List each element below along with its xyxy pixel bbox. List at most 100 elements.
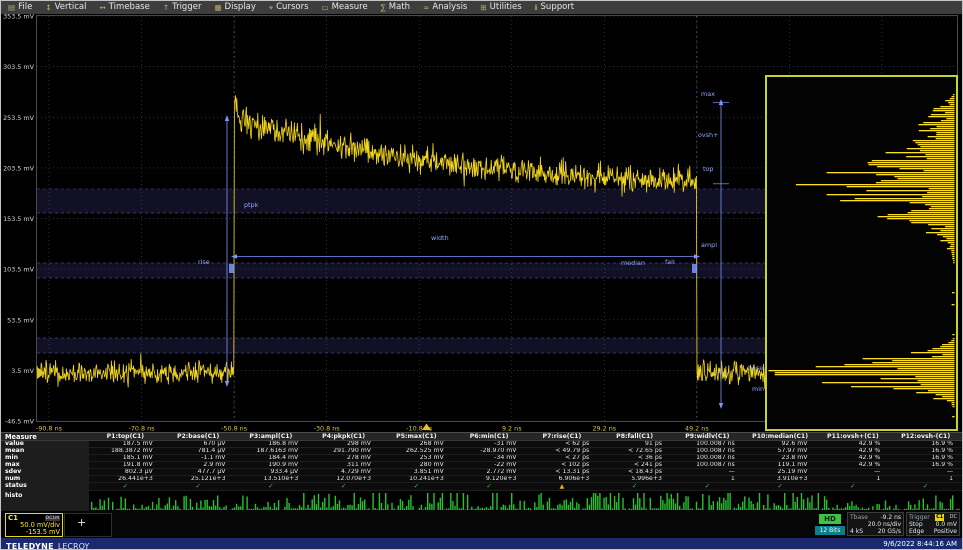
measure-cell: < 241 ps [598, 462, 671, 468]
measure-cell: < 13.31 ps [526, 469, 599, 475]
measure-cell: 781.4 µV [162, 448, 235, 454]
waveform-display[interactable]: 353.5 mV303.5 mV253.5 mV203.5 mV153.5 mV… [1, 14, 962, 432]
measure-cell: < 72.65 ps [598, 448, 671, 454]
vertical-icon: ↕ [45, 1, 51, 14]
menu-item-label: Cursors [276, 1, 308, 14]
menu-item-label: Display [225, 1, 256, 14]
brand-logo: TELEDYNE LECROY [6, 534, 89, 550]
brand-teledyne: TELEDYNE [6, 542, 54, 550]
support-icon: ℹ [535, 1, 538, 14]
menu-item-label: Utilities [490, 1, 522, 14]
y-axis-label: 253.5 mV [3, 114, 35, 122]
measure-column-header[interactable]: P5:max(C1) [380, 433, 453, 441]
measure-cell: 268 mV [380, 441, 453, 447]
menu-item-utilities[interactable]: ⊞Utilities [480, 1, 521, 14]
measure-column-header[interactable]: P9:widlv(C1) [671, 433, 744, 441]
measure-cell: -28.970 mV [453, 448, 526, 454]
menu-item-vertical[interactable]: ↕Vertical [45, 1, 86, 14]
measure-column-header[interactable]: P2:base(C1) [162, 433, 235, 441]
time-per-div: 20.0 ns/div [868, 521, 901, 528]
annotation-max: max [701, 90, 715, 98]
measure-column-header[interactable]: P11:ovsh+(C1) [817, 433, 890, 441]
measure-column-header[interactable]: P6:min(C1) [453, 433, 526, 441]
annotation-rise: rise [198, 258, 210, 266]
menu-item-file[interactable]: ▤File [8, 1, 32, 14]
measure-column-header[interactable]: P1:top(C1) [89, 433, 162, 441]
measure-column-header[interactable]: P10:median(C1) [744, 433, 817, 441]
measure-cell: 280 mV [380, 462, 453, 468]
math-icon: ∑ [381, 1, 386, 14]
measure-cell: — [889, 469, 962, 475]
menu-item-timebase[interactable]: ↔Timebase [99, 1, 149, 14]
channel-name: C1 [8, 514, 18, 522]
status-ok-icon: ✓ [380, 483, 453, 490]
measure-cell: 477.7 µV [162, 469, 235, 475]
measure-cell: 187.6163 mV [235, 448, 308, 454]
menu-item-analysis[interactable]: ≈Analysis [423, 1, 467, 14]
measure-cell: 100.0087 ns [671, 462, 744, 468]
menu-item-label: Support [541, 1, 575, 14]
measure-cell: 802.3 µV [89, 469, 162, 475]
measure-cell: 2.9 mV [162, 462, 235, 468]
measure-cell: 57.97 mV [744, 448, 817, 454]
menu-item-label: Analysis [432, 1, 467, 14]
status-ok-icon: ✓ [744, 483, 817, 490]
measure-cell: 298 mV [307, 441, 380, 447]
measure-cell: 1 [671, 476, 744, 482]
trigger-label: Trigger [909, 514, 930, 521]
measure-cell: 13.510e+3 [235, 476, 308, 482]
timebase-descriptor[interactable]: Tbase -9.2 ns 20.0 ns/div 4 kS 20 GS/s [847, 512, 904, 536]
annotation-width: width [431, 234, 449, 242]
measure-cell: 311 mV [307, 462, 380, 468]
measure-cell: 670 µV [162, 441, 235, 447]
measure-cell: 91 ps [598, 441, 671, 447]
menu-item-math[interactable]: ∑Math [381, 1, 410, 14]
measure-column-header[interactable]: P8:fall(C1) [598, 433, 671, 441]
measure-cell: 253 mV [380, 455, 453, 461]
measure-cell: < 62 ps [526, 441, 599, 447]
measure-cell: 5.996e+3 [598, 476, 671, 482]
x-axis-label: -70.8 ns [129, 425, 156, 433]
menu-item-display[interactable]: ▦Display [214, 1, 255, 14]
menu-item-cursors[interactable]: ⌖Cursors [269, 1, 309, 14]
menu-item-label: Measure [332, 1, 368, 14]
trigger-mode: Stop [909, 521, 923, 528]
histo-row-label: histo [1, 491, 89, 511]
status-ok-icon: ✓ [453, 483, 526, 490]
measure-cell: 291.790 mV [307, 448, 380, 454]
y-axis-label: 3.5 mV [11, 367, 34, 375]
control-bar: C1 DC1M 50.0 mV/div -153.5 mV + HD 12 Bi… [1, 511, 962, 538]
measure-cell: — [817, 469, 890, 475]
measure-cell: 191.8 mV [89, 462, 162, 468]
measure-cell: -1.1 mV [162, 455, 235, 461]
measure-cell: < 36 ps [598, 455, 671, 461]
measure-cell: 25.121e+3 [162, 476, 235, 482]
status-warning-icon: ▲ [526, 483, 599, 490]
sample-count: 4 kS [850, 528, 863, 535]
measure-cell: 16.9 % [889, 448, 962, 454]
menu-item-support[interactable]: ℹSupport [535, 1, 574, 14]
measure-cell: 188.3872 mV [89, 448, 162, 454]
measure-column-header[interactable]: P7:rise(C1) [526, 433, 599, 441]
measure-icon: ▭ [322, 1, 329, 14]
measure-column-header[interactable]: P3:ampl(C1) [235, 433, 308, 441]
x-axis-label: 9.2 ns [502, 425, 522, 433]
measure-row-label: status [1, 483, 89, 490]
menu-item-trigger[interactable]: ↑Trigger [163, 1, 202, 14]
measure-column-header[interactable]: P4:pkpk(C1) [307, 433, 380, 441]
measure-cell: 3.851 mV [380, 469, 453, 475]
measure-cell: 100.0087 ns [671, 441, 744, 447]
measure-cell: 185.1 mV [89, 455, 162, 461]
trigger-descriptor[interactable]: Trigger C1 DC Stop 0.0 mV Edge Positive [906, 512, 960, 536]
measure-cell: < 18.43 ps [598, 469, 671, 475]
measure-cell: 23.8 mV [744, 455, 817, 461]
menu-item-measure[interactable]: ▭Measure [322, 1, 368, 14]
measure-column-header[interactable]: P12:ovsh-(C1) [889, 433, 962, 441]
measure-cell: 119.1 mV [744, 462, 817, 468]
menu-bar: ▤File ↕Vertical ↔Timebase ↑Trigger ▦Display ⌖… [1, 1, 962, 14]
brand-lecroy: LECROY [58, 542, 89, 550]
annotation-top: top [703, 165, 713, 173]
measure-cell: 42.9 % [817, 448, 890, 454]
hd-mode-badge: HD [819, 514, 841, 524]
trigger-source-badge: C1 [935, 514, 944, 521]
